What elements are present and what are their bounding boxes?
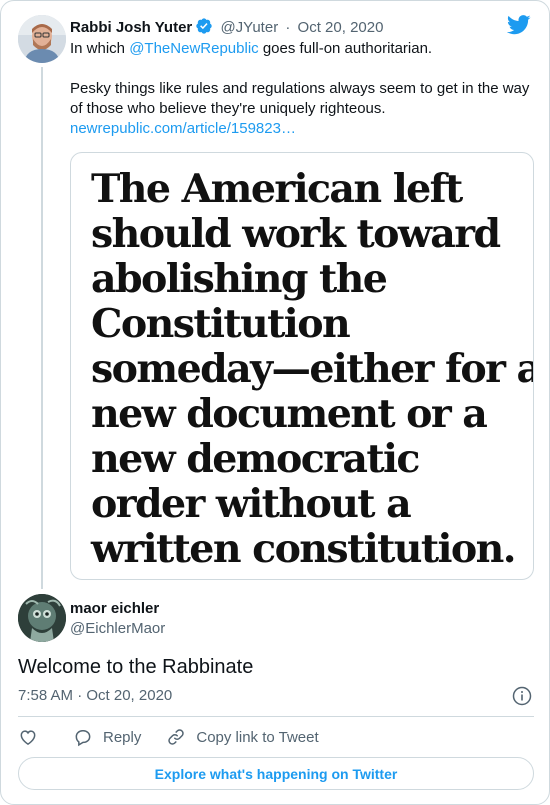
reply-bubble-icon	[73, 727, 93, 747]
headline-line: new document or a	[91, 391, 488, 437]
header-separator: ·	[285, 19, 291, 36]
quoted-tweet-paragraph: Pesky things like rules and regulations …	[70, 80, 530, 117]
text-suffix: goes full-on authoritarian.	[258, 40, 433, 57]
tweet-actions: Reply Copy link to Tweet	[18, 727, 319, 747]
headline-line: abolishing the	[91, 256, 388, 302]
main-tweet-timestamp[interactable]: 7:58 AM · Oct 20, 2020	[18, 686, 172, 706]
quoted-tweet-date[interactable]: Oct 20, 2020	[298, 19, 384, 36]
copy-link-button[interactable]: Copy link to Tweet	[166, 727, 319, 747]
headline-line: The American left	[91, 166, 463, 212]
text-prefix: In which	[70, 40, 130, 57]
divider	[18, 716, 534, 717]
reply-button[interactable]: Reply	[73, 727, 141, 747]
main-tweet-handle[interactable]: @EichlerMaor	[70, 619, 165, 638]
explore-twitter-button[interactable]: Explore what's happening on Twitter	[18, 757, 534, 790]
copy-link-label: Copy link to Tweet	[196, 728, 319, 746]
like-button[interactable]	[18, 727, 38, 747]
main-tweet-avatar[interactable]	[18, 594, 66, 642]
main-tweet-author-name[interactable]: maor eichler	[70, 599, 159, 618]
tweet-embed-card: Rabbi Josh Yuter @JYuter · Oct 20, 2020 …	[0, 0, 550, 805]
quoted-tweet-avatar[interactable]	[18, 15, 66, 63]
headline-line: written constitution.	[91, 526, 517, 572]
quoted-tweet-text: In which @TheNewRepublic goes full-on au…	[70, 39, 535, 139]
quoted-tweet-header: Rabbi Josh Yuter @JYuter · Oct 20, 2020	[70, 17, 383, 41]
twitter-bird-icon[interactable]	[506, 15, 531, 40]
headline-line: order without a	[91, 481, 412, 527]
quoted-tweet-handle[interactable]: @JYuter	[220, 19, 278, 36]
headline-line: new democratic	[91, 436, 420, 482]
heart-icon	[18, 727, 38, 747]
headline-image-text: The American left should work toward aboli…	[91, 166, 534, 572]
quoted-tweet-author-name[interactable]: Rabbi Josh Yuter	[70, 19, 192, 36]
info-icon[interactable]	[512, 686, 532, 706]
headline-line: Constitution	[91, 301, 351, 347]
verified-badge-icon	[195, 17, 213, 41]
link-icon	[166, 727, 186, 747]
article-link[interactable]: newrepublic.com/article/159823…	[70, 120, 296, 137]
headline-line: someday—either for a	[91, 346, 534, 392]
headline-line: should work toward	[91, 211, 501, 257]
thread-connector-line	[41, 67, 43, 589]
mention-link[interactable]: @TheNewRepublic	[129, 40, 258, 57]
reply-label: Reply	[103, 728, 142, 746]
main-tweet-text: Welcome to the Rabbinate	[18, 656, 254, 678]
quoted-tweet-image[interactable]: The American left should work toward aboli…	[70, 152, 534, 580]
